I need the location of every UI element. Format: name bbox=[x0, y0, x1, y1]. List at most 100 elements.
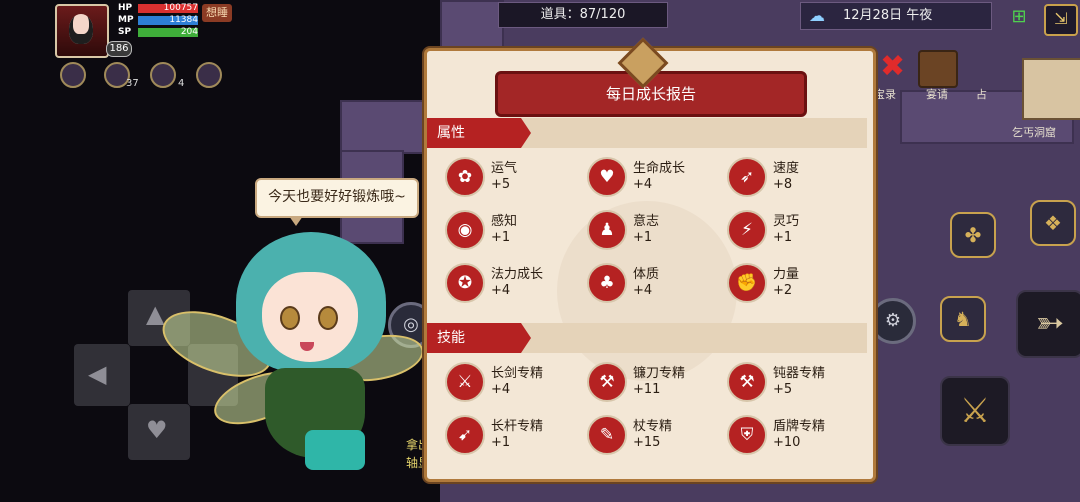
invite-label: 宴请 bbox=[926, 88, 948, 101]
daily-growth-report-panel: 每日成长报告 属性 ✿ 运气 +5 ♥ 生命成长 +4 ➶ 速度 +8 ◉ 感知 +1 ♟ 意志 +1 ⚡ 灵巧… bbox=[424, 37, 876, 482]
attributes-label: 属性 bbox=[427, 118, 531, 148]
eye-icon: ◉ bbox=[445, 210, 485, 250]
stat-name: 法力成长 bbox=[491, 267, 544, 282]
stat-value: +5 bbox=[491, 177, 511, 192]
stat-value: +1 bbox=[491, 230, 511, 245]
growth-stat-item: ✊ 力量 +2 bbox=[727, 263, 867, 303]
growth-stat-item: ➹ 长杆专精 +1 bbox=[445, 415, 585, 455]
skills-label: 技能 bbox=[427, 323, 531, 353]
network-icon[interactable]: ⊞ bbox=[1006, 6, 1032, 28]
stat-value: +1 bbox=[491, 435, 511, 450]
growth-stat-item: ✪ 法力成长 +4 bbox=[445, 263, 585, 303]
stat-name: 意志 bbox=[633, 214, 660, 229]
hp-bar: HP 100757 bbox=[108, 3, 198, 14]
stat-name: 灵巧 bbox=[773, 214, 800, 229]
treasure-chest-icon[interactable] bbox=[918, 50, 958, 88]
dpad-left-arrow-icon: ◀ bbox=[88, 360, 107, 388]
bow-attack-button[interactable]: ➳ bbox=[1016, 290, 1080, 358]
staff-icon: ✎ bbox=[587, 415, 627, 455]
body-icon: ♣ bbox=[587, 263, 627, 303]
mp-label: MP bbox=[118, 15, 134, 25]
close-x-icon[interactable]: ✖ bbox=[880, 52, 912, 82]
buff-leaf-icon[interactable] bbox=[150, 62, 176, 88]
growth-stat-item: ⚒ 镰刀专精 +11 bbox=[587, 362, 727, 402]
hammer-icon: ⚒ bbox=[727, 362, 767, 402]
growth-stat-item: ➶ 速度 +8 bbox=[727, 157, 867, 197]
growth-stat-item: ♟ 意志 +1 bbox=[587, 210, 727, 250]
fairy-eye bbox=[318, 306, 338, 330]
stat-value: +8 bbox=[773, 177, 793, 192]
stat-value: +15 bbox=[633, 435, 661, 450]
fairy-boots bbox=[305, 430, 365, 470]
time-of-day-text: 午夜 bbox=[906, 8, 933, 23]
fairy-eye bbox=[280, 306, 300, 330]
heart-icon: ♥ bbox=[587, 157, 627, 197]
book-skill-button[interactable]: ❖ bbox=[1030, 200, 1076, 246]
sword-icon: ⚔ bbox=[445, 362, 485, 402]
sp-label: SP bbox=[118, 27, 132, 37]
growth-stat-item: ♣ 体质 +4 bbox=[587, 263, 727, 303]
spear-icon: ➹ bbox=[445, 415, 485, 455]
buff-shield-icon[interactable] bbox=[60, 62, 86, 88]
stat-name: 盾牌专精 bbox=[773, 419, 826, 434]
stat-value: +11 bbox=[633, 382, 661, 397]
weather-cloud-icon: ☁ bbox=[809, 6, 825, 25]
sp-value: 204 bbox=[180, 27, 198, 37]
stat-value: +4 bbox=[491, 382, 511, 397]
horse-skill-button[interactable]: ♞ bbox=[940, 296, 986, 342]
pinwheel-skill-button[interactable]: ✤ bbox=[950, 212, 996, 258]
stat-value: +4 bbox=[633, 283, 653, 298]
stat-name: 杖专精 bbox=[633, 419, 673, 434]
minimap[interactable] bbox=[1022, 58, 1080, 120]
buff-count: 37 bbox=[126, 78, 139, 89]
stat-name: 运气 bbox=[491, 161, 518, 176]
stat-name: 速度 bbox=[773, 161, 800, 176]
stat-value: +2 bbox=[773, 283, 793, 298]
stat-name: 镰刀专精 bbox=[633, 366, 686, 381]
treasure-label: 宝录 bbox=[874, 88, 896, 101]
stat-name: 感知 bbox=[491, 214, 518, 229]
mp-value: 11384 bbox=[169, 15, 198, 25]
wing-icon: ➶ bbox=[727, 157, 767, 197]
location-label: 乞丐洞窟 bbox=[1012, 126, 1056, 139]
player-avatar[interactable] bbox=[55, 4, 109, 58]
growth-stat-item: ⛨ 盾牌专精 +10 bbox=[727, 415, 867, 455]
buff-rune-icon[interactable] bbox=[196, 62, 222, 88]
runner-icon: ⚡ bbox=[727, 210, 767, 250]
growth-stat-item: ♥ 生命成长 +4 bbox=[587, 157, 727, 197]
sleepy-status-badge[interactable]: 想睡 bbox=[202, 4, 232, 22]
hp-value: 100757 bbox=[163, 3, 198, 13]
attributes-section-header: 属性 bbox=[427, 118, 867, 148]
wall-tile bbox=[440, 0, 504, 52]
stat-name: 力量 bbox=[773, 267, 800, 282]
stat-name: 生命成长 bbox=[633, 161, 686, 176]
arm-icon: ✊ bbox=[727, 263, 767, 303]
sword-attack-button[interactable]: ⚔ bbox=[940, 376, 1010, 446]
buff-count: 4 bbox=[178, 78, 185, 89]
date-time-display: ☁ 12月28日 午夜 bbox=[800, 2, 992, 30]
dpad-down-arrow-icon: ♥ bbox=[146, 416, 168, 444]
shield-icon: ⛨ bbox=[727, 415, 767, 455]
stat-name: 长杆专精 bbox=[491, 419, 544, 434]
stat-name: 钝器专精 bbox=[773, 366, 826, 381]
wall-tile bbox=[340, 100, 424, 154]
inventory-count[interactable]: 道具：87/120 bbox=[498, 2, 668, 28]
growth-stat-item: ✿ 运气 +5 bbox=[445, 157, 585, 197]
stat-value: +1 bbox=[633, 230, 653, 245]
skills-section-header: 技能 bbox=[427, 323, 867, 353]
player-level-badge: 186 bbox=[106, 41, 132, 57]
stat-value: +1 bbox=[773, 230, 793, 245]
gear-settings-button[interactable]: ⚙ bbox=[870, 298, 916, 344]
sp-bar: SP 204 bbox=[108, 27, 198, 38]
growth-stat-item: ✎ 杖专精 +15 bbox=[587, 415, 727, 455]
hp-label: HP bbox=[118, 3, 133, 13]
stat-name: 长剑专精 bbox=[491, 366, 544, 381]
stat-name: 体质 bbox=[633, 267, 660, 282]
panel-header: 每日成长报告 bbox=[485, 37, 811, 117]
axe-icon: ⚒ bbox=[587, 362, 627, 402]
dpad-up-arrow-icon: ▲ bbox=[146, 300, 165, 328]
exit-button[interactable]: ⇲ bbox=[1044, 4, 1078, 36]
date-text: 12月28日 bbox=[843, 8, 903, 23]
partial-label: 占 bbox=[976, 88, 987, 101]
fairy-speech-bubble: 今天也要好好锻炼哦~ bbox=[255, 178, 419, 226]
